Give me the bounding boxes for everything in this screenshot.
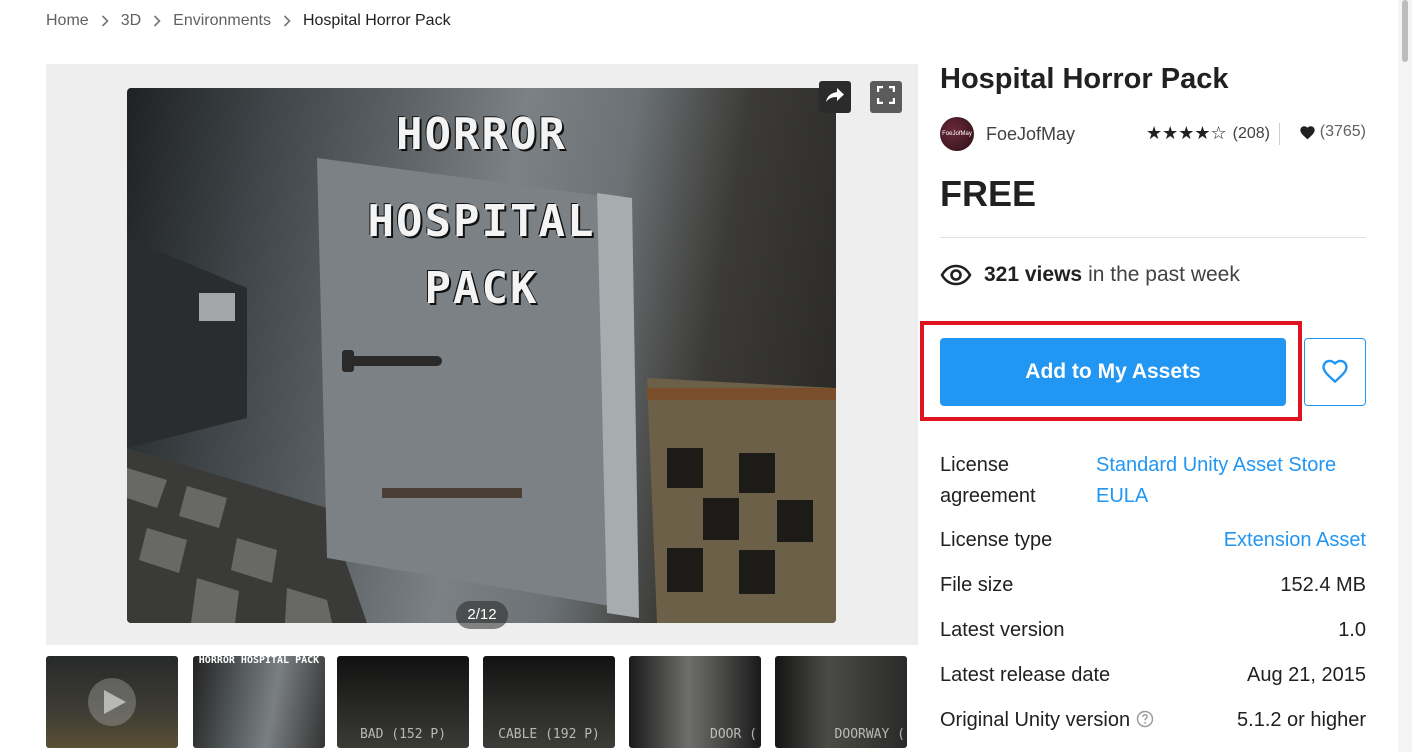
asset-details: License agreement Standard Unity Asset S…: [940, 450, 1366, 750]
preview-title-line-2: HOSPITAL: [367, 196, 596, 247]
asset-store-page: Home 3D Environments Hospital Horror Pac…: [0, 0, 1412, 752]
thumbnail-2[interactable]: HORROR HOSPITAL PACK: [193, 656, 325, 748]
detail-row-file-size: File size 152.4 MB: [940, 570, 1366, 615]
thumbnail-label: BAD (152 P): [359, 727, 447, 742]
chevron-right-icon: [101, 15, 109, 27]
detail-value: 5.1.2 or higher: [1237, 709, 1366, 731]
fullscreen-icon: [876, 85, 896, 109]
detail-row-unity-version: Original Unity version 5.1.2 or higher: [940, 705, 1366, 750]
chevron-right-icon: [153, 15, 161, 27]
avatar-text: FoeJofMay: [942, 131, 972, 137]
chevron-right-icon: [283, 15, 291, 27]
license-agreement-link[interactable]: Standard Unity Asset Store EULA: [1096, 450, 1366, 525]
share-button[interactable]: [819, 81, 851, 113]
divider: [940, 237, 1366, 238]
share-icon: [825, 86, 845, 109]
detail-label: Latest release date: [940, 664, 1111, 686]
detail-label: License type: [940, 529, 1053, 551]
preview-title-line-3: PACK: [424, 263, 539, 314]
wishlist-button[interactable]: [1304, 338, 1366, 406]
detail-label: Original Unity version: [940, 705, 1154, 750]
preview-title-text: HORROR HOSPITAL PACK: [127, 110, 836, 314]
detail-label: License agreement: [940, 454, 1036, 507]
rating-count: (208): [1232, 124, 1270, 142]
fullscreen-button[interactable]: [870, 81, 902, 113]
heart-outline-icon: [1320, 358, 1350, 387]
views-period: in the past week: [1088, 263, 1240, 286]
thumbnail-label: DOORWAY (: [834, 727, 905, 742]
help-icon[interactable]: [1136, 710, 1154, 728]
add-to-my-assets-button[interactable]: Add to My Assets: [940, 338, 1286, 406]
views-stat: 321 views in the past week: [940, 263, 1240, 287]
publisher-row: FoeJofMay FoeJofMay ★★★★☆ (208) (3765): [940, 117, 1366, 151]
detail-row-release-date: Latest release date Aug 21, 2015: [940, 660, 1366, 705]
publisher-link[interactable]: FoeJofMay: [986, 124, 1075, 145]
thumbnail-title: HORROR HOSPITAL PACK: [198, 656, 320, 666]
scrollbar-thumb[interactable]: [1402, 0, 1408, 62]
breadcrumb: Home 3D Environments Hospital Horror Pac…: [46, 12, 451, 30]
breadcrumb-home[interactable]: Home: [46, 12, 89, 30]
preview-title-line-1: HORROR: [396, 109, 567, 160]
detail-value: 152.4 MB: [1280, 574, 1366, 596]
breadcrumb-environments[interactable]: Environments: [173, 12, 271, 30]
thumbnail-label: CABLE (192 P): [498, 727, 600, 742]
detail-label-text: Original Unity version: [940, 709, 1131, 731]
detail-value: 1.0: [1338, 619, 1366, 641]
eye-icon: [940, 264, 972, 286]
main-preview-image[interactable]: HORROR HOSPITAL PACK: [127, 88, 836, 623]
license-type-link[interactable]: Extension Asset: [1224, 525, 1366, 570]
thumbnail-strip: HORROR HOSPITAL PACK BAD (152 P) CABLE (…: [46, 656, 918, 752]
breadcrumb-current: Hospital Horror Pack: [302, 12, 451, 29]
thumbnail-label: DOOR (: [710, 727, 757, 742]
thumbnail-6[interactable]: DOORWAY (: [775, 656, 907, 748]
thumbnail-5[interactable]: DOOR (: [629, 656, 761, 748]
star-rating-icon: ★★★★☆: [1145, 123, 1227, 143]
favorites-count: (3765): [1299, 123, 1366, 141]
thumbnail-3[interactable]: BAD (152 P): [337, 656, 469, 748]
play-icon: [88, 678, 136, 726]
detail-row-license: License agreement Standard Unity Asset S…: [940, 450, 1366, 525]
image-counter: 2/12: [456, 601, 508, 629]
thumbnail-video[interactable]: [46, 656, 178, 748]
price: FREE: [940, 173, 1037, 214]
page-scrollbar[interactable]: [1398, 0, 1412, 752]
views-count: 321 views: [984, 263, 1083, 286]
favorites-number: (3765): [1319, 123, 1366, 140]
product-title: Hospital Horror Pack: [940, 63, 1229, 95]
rating[interactable]: ★★★★☆ (208): [1146, 123, 1270, 144]
detail-value: Aug 21, 2015: [1247, 664, 1366, 686]
divider: [1279, 123, 1280, 145]
breadcrumb-3d[interactable]: 3D: [121, 12, 141, 30]
detail-label: File size: [940, 574, 1014, 596]
avatar[interactable]: FoeJofMay: [940, 117, 974, 151]
heart-filled-icon: [1299, 125, 1316, 140]
detail-row-latest-version: Latest version 1.0: [940, 615, 1366, 660]
thumbnail-4[interactable]: CABLE (192 P): [483, 656, 615, 748]
detail-label: Latest version: [940, 619, 1065, 641]
detail-row-license-type: License type Extension Asset: [940, 525, 1366, 570]
media-gallery: HORROR HOSPITAL PACK 2/12: [46, 64, 918, 645]
